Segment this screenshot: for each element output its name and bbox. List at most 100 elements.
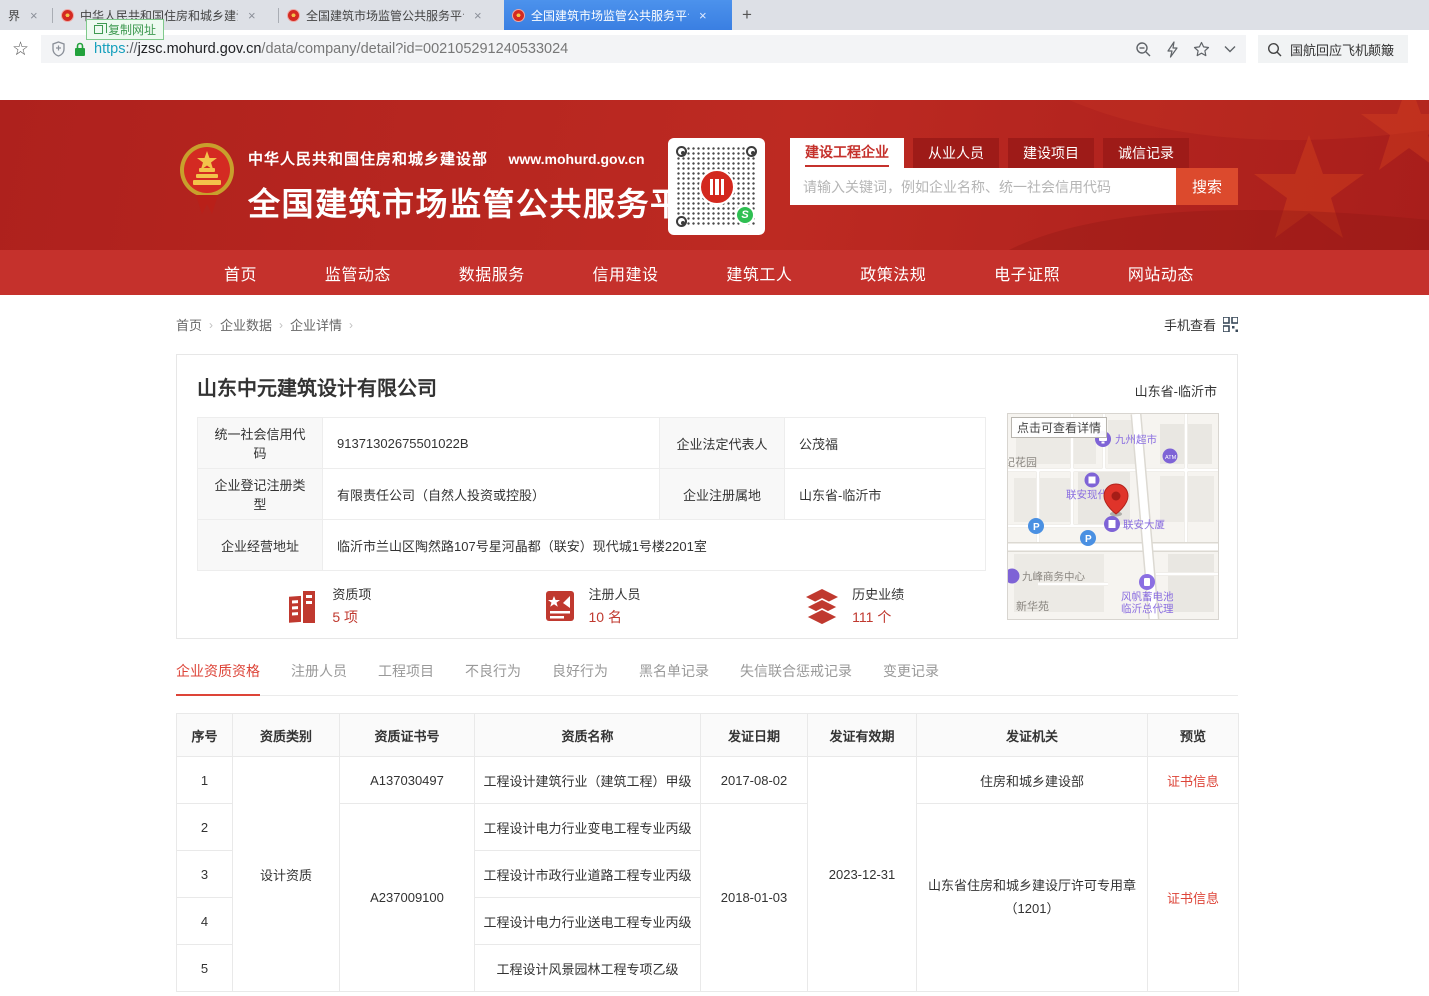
stat-value: 10 名 — [589, 607, 641, 627]
cell-qualification-name: 工程设计市政行业道路工程专业丙级 — [475, 851, 701, 898]
secure-lock-icon[interactable] — [74, 42, 86, 57]
mobile-view-link[interactable]: 手机查看 — [1164, 315, 1238, 334]
main-navigation: 首页 监管动态 数据服务 信用建设 建筑工人 政策法规 电子证照 网站动态 — [0, 250, 1429, 295]
nav-data-service[interactable]: 数据服务 — [459, 261, 525, 285]
search-tab-project[interactable]: 建设项目 — [1008, 138, 1094, 168]
browser-tab-strip: 界 × 中华人民共和国住房和城乡建设 × 全国建筑市场监管公共服务平台 × 全国… — [0, 0, 1429, 30]
stat-label: 资质项 — [332, 584, 371, 603]
company-summary-card: 山东中元建筑设计有限公司 山东省-临沂市 统一社会信用代码 9137130267… — [176, 354, 1238, 639]
tab-title: 全国建筑市场监管公共服务平台 — [306, 7, 464, 24]
new-tab-button[interactable]: + — [732, 0, 762, 30]
table-header-row: 序号 资质类别 资质证书号 资质名称 发证日期 发证有效期 发证机关 预览 — [177, 714, 1239, 757]
nav-supervision[interactable]: 监管动态 — [325, 261, 391, 285]
favorite-star-icon[interactable] — [1193, 41, 1210, 58]
search-tab-label: 建设项目 — [1023, 143, 1079, 163]
zoom-out-icon[interactable] — [1135, 41, 1152, 58]
browser-tab-platform-active[interactable]: 全国建筑市场监管公共服务平台 × — [504, 0, 732, 30]
search-tab-label: 从业人员 — [928, 143, 984, 163]
url-field[interactable]: https://jzsc.mohurd.gov.cn/data/company/… — [41, 35, 1246, 63]
tab-close-icon[interactable]: × — [474, 8, 482, 23]
reg-type-label: 企业登记注册类型 — [198, 469, 323, 520]
search-tab-credit[interactable]: 诚信记录 — [1103, 138, 1189, 168]
keyword-search-input[interactable]: 请输入关键词，例如企业名称、统一社会信用代码 — [790, 168, 1176, 205]
map-label-xinhuayuan: 新华苑 — [1016, 599, 1049, 613]
cell-issuer: 住房和城乡建设部 — [917, 757, 1148, 804]
search-tab-personnel[interactable]: 从业人员 — [913, 138, 999, 168]
copy-icon — [94, 25, 103, 34]
nav-site-news[interactable]: 网站动态 — [1128, 261, 1194, 285]
cell-cert-no: A137030497 — [340, 757, 475, 804]
legal-rep-value: 公茂福 — [785, 418, 986, 469]
breadcrumb-company-detail[interactable]: 企业详情 — [290, 315, 342, 334]
tab-close-icon[interactable]: × — [248, 8, 256, 23]
building-glyph-icon — [710, 179, 724, 195]
tab-qualifications[interactable]: 企业资质资格 — [176, 661, 260, 696]
company-location-map[interactable]: 点击可查看详情 九州超市 ATM — [1007, 413, 1219, 620]
stat-label: 注册人员 — [589, 584, 641, 603]
stat-history-performance: 历史业绩 111 个 — [722, 584, 985, 627]
bookmark-star-icon[interactable]: ☆ — [12, 40, 29, 59]
shield-icon[interactable] — [51, 41, 66, 57]
tab-close-icon[interactable]: × — [30, 8, 38, 23]
browser-tab-platform-1[interactable]: 全国建筑市场监管公共服务平台 × — [279, 0, 504, 30]
quick-search-text: 国航回应飞机颠簸 — [1290, 40, 1394, 59]
url-path: /data/company/detail?id=0021052912405330… — [261, 41, 568, 57]
qr-miniprogram-icon: S — [735, 205, 755, 225]
company-stats: 资质项 5 项 注册人员 10 名 历史 — [197, 584, 985, 627]
browser-quick-search[interactable]: 国航回应飞机颠簸 — [1258, 35, 1408, 63]
certificate-info-link[interactable]: 证书信息 — [1167, 891, 1219, 906]
certificate-info-link[interactable]: 证书信息 — [1167, 774, 1219, 789]
reg-region-label: 企业注册属地 — [660, 469, 785, 520]
nav-e-license[interactable]: 电子证照 — [994, 261, 1060, 285]
tab-blacklist[interactable]: 黑名单记录 — [639, 661, 709, 695]
col-header-issuer: 发证机关 — [917, 714, 1148, 757]
site-header: 中华人民共和国住房和城乡建设部 www.mohurd.gov.cn 全国建筑市场… — [0, 100, 1429, 250]
nav-home[interactable]: 首页 — [224, 261, 257, 285]
tab-good-behavior[interactable]: 良好行为 — [552, 661, 608, 695]
breadcrumb-separator: › — [349, 318, 353, 332]
site-favicon — [287, 9, 300, 22]
stat-value: 5 项 — [332, 607, 371, 627]
tab-bad-behavior[interactable]: 不良行为 — [465, 661, 521, 695]
tab-dishonesty-records[interactable]: 失信联合惩戒记录 — [740, 661, 852, 695]
stat-label: 历史业绩 — [852, 584, 904, 603]
cell-issue-date: 2018-01-03 — [701, 804, 808, 992]
map-label-business-center: 九峰商务中心 — [1022, 570, 1085, 583]
tab-title: 界 — [8, 7, 20, 24]
breadcrumb-separator: › — [279, 318, 283, 332]
map-parking-icon: P — [1033, 522, 1040, 533]
tab-title: 全国建筑市场监管公共服务平台 — [531, 7, 689, 24]
map-canvas[interactable]: 九州超市 ATM 联安现代城 联安大厦 P P 九峰商务中心 风帆蓄电池 临沂总… — [1008, 414, 1219, 620]
cell-no: 5 — [177, 945, 233, 992]
address-value: 临沂市兰山区陶然路107号星河晶都（联安）现代城1号楼2201室 — [323, 520, 986, 571]
chevron-down-icon[interactable] — [1224, 45, 1236, 53]
map-label-supermarket: 九州超市 — [1115, 433, 1157, 446]
nav-credit[interactable]: 信用建设 — [593, 261, 659, 285]
table-row: 统一社会信用代码 91371302675501022B 企业法定代表人 公茂福 — [198, 418, 986, 469]
search-button[interactable]: 搜索 — [1176, 168, 1238, 205]
tab-change-records[interactable]: 变更记录 — [883, 661, 939, 695]
map-parking-icon: P — [1085, 534, 1092, 545]
qr-eye — [676, 216, 687, 227]
browser-tab-partial[interactable]: 界 × — [0, 0, 52, 30]
url-protocol: https — [94, 41, 125, 57]
lightning-icon[interactable] — [1166, 41, 1179, 58]
tab-registered-personnel[interactable]: 注册人员 — [291, 661, 347, 695]
nav-workers[interactable]: 建筑工人 — [726, 261, 792, 285]
tab-close-icon[interactable]: × — [699, 8, 707, 23]
nav-policy[interactable]: 政策法规 — [860, 261, 926, 285]
credit-code-value: 91371302675501022B — [323, 418, 660, 469]
mobile-view-label: 手机查看 — [1164, 315, 1216, 334]
breadcrumb-separator: › — [209, 318, 213, 332]
qr-code-icon[interactable] — [1223, 317, 1238, 332]
tab-projects[interactable]: 工程项目 — [378, 661, 434, 695]
cell-no: 4 — [177, 898, 233, 945]
ministry-name: 中华人民共和国住房和城乡建设部 — [248, 151, 488, 168]
breadcrumb-home[interactable]: 首页 — [176, 315, 202, 334]
breadcrumb-company-data[interactable]: 企业数据 — [220, 315, 272, 334]
search-tab-enterprise[interactable]: 建设工程企业 — [790, 138, 904, 168]
page-url[interactable]: https://jzsc.mohurd.gov.cn/data/company/… — [94, 41, 568, 57]
credit-code-label: 统一社会信用代码 — [198, 418, 323, 469]
col-header-category: 资质类别 — [233, 714, 340, 757]
stat-qualifications: 资质项 5 项 — [197, 584, 460, 627]
